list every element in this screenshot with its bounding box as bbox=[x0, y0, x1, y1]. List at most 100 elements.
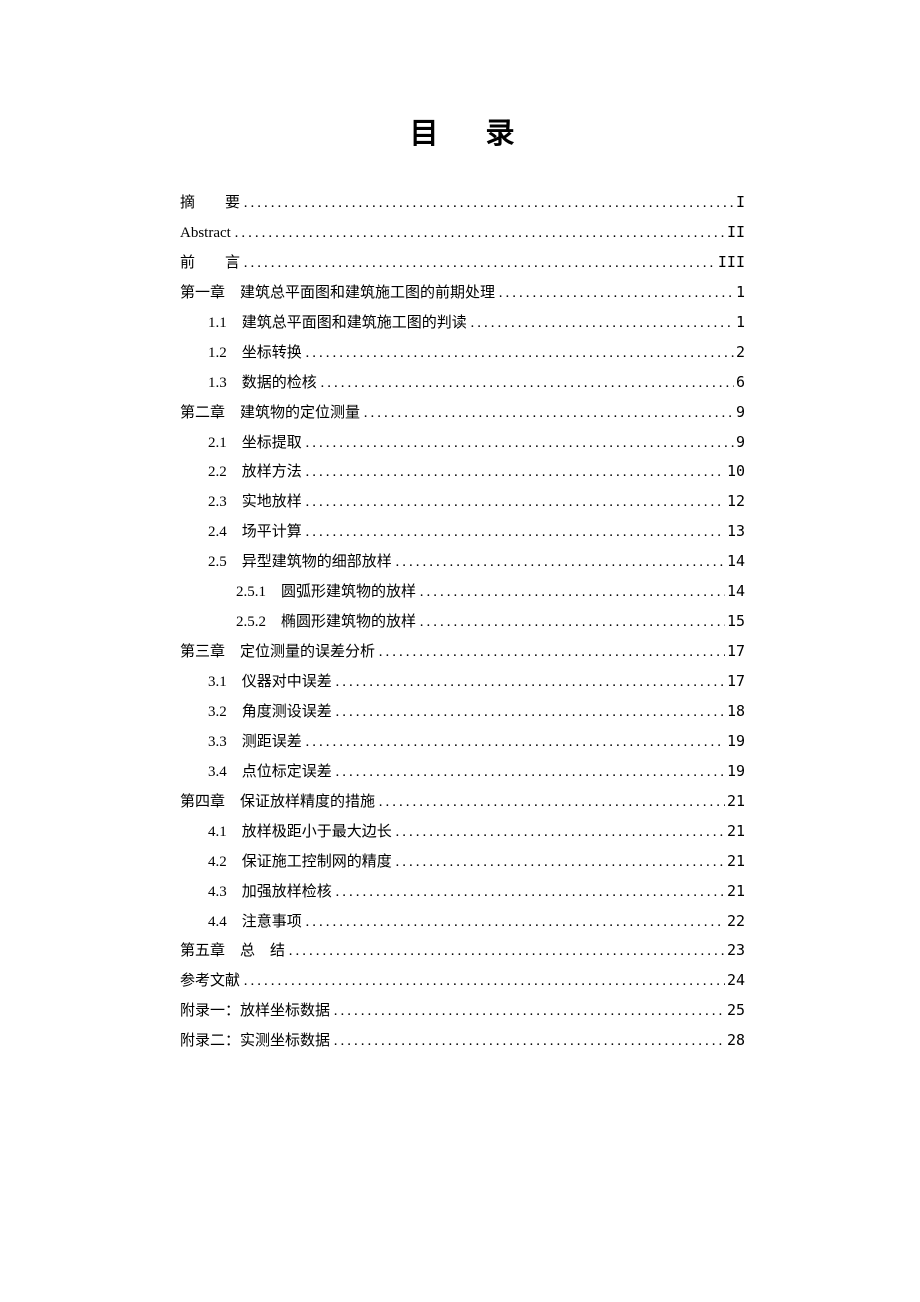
title-char-2: 录 bbox=[486, 118, 516, 150]
toc-leader-dots bbox=[306, 458, 725, 487]
title-char-1: 目 bbox=[409, 118, 439, 150]
toc-entry-page: 17 bbox=[725, 667, 745, 696]
toc-entry-label: 3.3 测距误差 bbox=[208, 728, 306, 757]
toc-entry-page: 14 bbox=[725, 577, 745, 606]
toc-entry-page: 15 bbox=[725, 607, 745, 636]
toc-leader-dots bbox=[235, 219, 725, 248]
toc-entry-page: 22 bbox=[725, 907, 745, 936]
toc-leader-dots bbox=[321, 369, 734, 398]
toc-entry-label: 第四章 保证放样精度的措施 bbox=[180, 788, 379, 817]
toc-entry: 第三章 定位测量的误差分析 17 bbox=[180, 637, 745, 667]
toc-entry-page: 17 bbox=[725, 637, 745, 666]
toc-leader-dots bbox=[306, 518, 725, 547]
toc-leader-dots bbox=[420, 578, 725, 607]
toc-leader-dots bbox=[336, 758, 725, 787]
toc-entry: Abstract II bbox=[180, 218, 745, 248]
toc-entry: 摘 要 I bbox=[180, 188, 745, 218]
toc-entry-label: 1.1 建筑总平面图和建筑施工图的判读 bbox=[208, 309, 471, 338]
toc-leader-dots bbox=[306, 488, 725, 517]
toc-entry: 1.3 数据的检核 6 bbox=[180, 368, 745, 398]
toc-entry-page: 19 bbox=[725, 757, 745, 786]
toc-entry: 4.3 加强放样检核 21 bbox=[180, 877, 745, 907]
toc-entry: 1.2 坐标转换 2 bbox=[180, 338, 745, 368]
toc-entry-page: II bbox=[725, 218, 745, 247]
toc-entry-label: 4.3 加强放样检核 bbox=[208, 878, 336, 907]
toc-leader-dots bbox=[306, 908, 725, 937]
toc-entry-label: 3.1 仪器对中误差 bbox=[208, 668, 336, 697]
toc-entry: 2.5 异型建筑物的细部放样 14 bbox=[180, 547, 745, 577]
toc-entry: 3.4 点位标定误差 19 bbox=[180, 757, 745, 787]
toc-entry: 第二章 建筑物的定位测量 9 bbox=[180, 398, 745, 428]
toc-entry: 附录一：放样坐标数据 25 bbox=[180, 996, 745, 1026]
toc-entry-label: 2.1 坐标提取 bbox=[208, 429, 306, 458]
toc-entry-page: 28 bbox=[725, 1026, 745, 1055]
toc-entry-page: 14 bbox=[725, 547, 745, 576]
toc-leader-dots bbox=[420, 608, 725, 637]
toc-entry-label: 前 言 bbox=[180, 249, 244, 278]
toc-entry-label: 1.3 数据的检核 bbox=[208, 369, 321, 398]
toc-leader-dots bbox=[244, 189, 734, 218]
toc-entry-page: 1 bbox=[734, 308, 745, 337]
toc-entry: 第四章 保证放样精度的措施 21 bbox=[180, 787, 745, 817]
toc-entry-page: 21 bbox=[725, 787, 745, 816]
toc-entry: 3.3 测距误差 19 bbox=[180, 727, 745, 757]
toc-entry-label: 3.2 角度测设误差 bbox=[208, 698, 336, 727]
toc-leader-dots bbox=[334, 1027, 725, 1056]
toc-entry-page: 21 bbox=[725, 847, 745, 876]
toc-entry-page: 9 bbox=[734, 398, 745, 427]
toc-entry-label: 参考文献 bbox=[180, 967, 244, 996]
toc-entry: 2.2 放样方法 10 bbox=[180, 457, 745, 487]
toc-leader-dots bbox=[379, 638, 725, 667]
toc-leader-dots bbox=[336, 698, 725, 727]
toc-entry-label: 附录二：实测坐标数据 bbox=[180, 1027, 334, 1056]
toc-entry-label: 4.1 放样极距小于最大边长 bbox=[208, 818, 396, 847]
toc-entry-page: 1 bbox=[734, 278, 745, 307]
toc-entry-page: III bbox=[716, 248, 745, 277]
toc-entry-label: 附录一：放样坐标数据 bbox=[180, 997, 334, 1026]
toc-entry: 1.1 建筑总平面图和建筑施工图的判读 1 bbox=[180, 308, 745, 338]
toc-leader-dots bbox=[364, 399, 734, 428]
toc-entry-page: 25 bbox=[725, 996, 745, 1025]
toc-entry-page: 23 bbox=[725, 936, 745, 965]
toc-entry: 第五章 总 结 23 bbox=[180, 936, 745, 966]
toc-entry-label: Abstract bbox=[180, 219, 235, 248]
toc-entry: 2.3 实地放样 12 bbox=[180, 487, 745, 517]
toc-leader-dots bbox=[471, 309, 734, 338]
toc-entry-label: 3.4 点位标定误差 bbox=[208, 758, 336, 787]
toc-entry-label: 第五章 总 结 bbox=[180, 937, 289, 966]
toc-entry: 2.4 场平计算 13 bbox=[180, 517, 745, 547]
toc-entry: 第一章 建筑总平面图和建筑施工图的前期处理 1 bbox=[180, 278, 745, 308]
toc-entry-label: 4.4 注意事项 bbox=[208, 908, 306, 937]
toc-entry-page: 12 bbox=[725, 487, 745, 516]
toc-entry: 2.5.2 椭圆形建筑物的放样 15 bbox=[180, 607, 745, 637]
toc-entry-page: 10 bbox=[725, 457, 745, 486]
toc-entry: 参考文献 24 bbox=[180, 966, 745, 996]
toc-leader-dots bbox=[306, 339, 734, 368]
toc-list: 摘 要 IAbstract II前 言 III第一章 建筑总平面图和建筑施工图的… bbox=[180, 188, 745, 1056]
toc-entry: 前 言 III bbox=[180, 248, 745, 278]
toc-entry: 4.2 保证施工控制网的精度 21 bbox=[180, 847, 745, 877]
toc-leader-dots bbox=[244, 249, 716, 278]
toc-leader-dots bbox=[396, 848, 725, 877]
toc-entry-label: 2.3 实地放样 bbox=[208, 488, 306, 517]
toc-leader-dots bbox=[306, 728, 725, 757]
toc-entry-label: 第三章 定位测量的误差分析 bbox=[180, 638, 379, 667]
toc-entry-label: 2.5 异型建筑物的细部放样 bbox=[208, 548, 396, 577]
toc-leader-dots bbox=[336, 878, 725, 907]
toc-entry: 4.1 放样极距小于最大边长 21 bbox=[180, 817, 745, 847]
toc-entry: 2.5.1 圆弧形建筑物的放样 14 bbox=[180, 577, 745, 607]
toc-entry-page: 18 bbox=[725, 697, 745, 726]
toc-entry-page: 21 bbox=[725, 877, 745, 906]
toc-leader-dots bbox=[289, 937, 725, 966]
toc-entry-label: 2.5.2 椭圆形建筑物的放样 bbox=[236, 608, 420, 637]
toc-entry: 2.1 坐标提取 9 bbox=[180, 428, 745, 458]
toc-entry-label: 第二章 建筑物的定位测量 bbox=[180, 399, 364, 428]
toc-entry-label: 第一章 建筑总平面图和建筑施工图的前期处理 bbox=[180, 279, 499, 308]
toc-leader-dots bbox=[334, 997, 725, 1026]
toc-leader-dots bbox=[396, 548, 725, 577]
toc-entry: 4.4 注意事项 22 bbox=[180, 907, 745, 937]
toc-entry: 3.2 角度测设误差 18 bbox=[180, 697, 745, 727]
toc-entry-page: 9 bbox=[734, 428, 745, 457]
toc-entry-label: 2.4 场平计算 bbox=[208, 518, 306, 547]
toc-entry-label: 1.2 坐标转换 bbox=[208, 339, 306, 368]
